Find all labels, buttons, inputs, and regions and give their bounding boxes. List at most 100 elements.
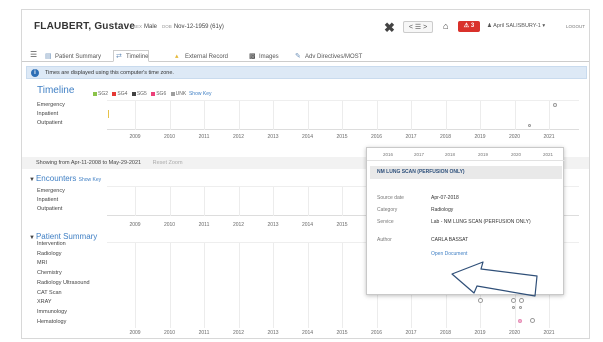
timeline-legend: SG2 SG4 SG5 SG6 UNK Show Key xyxy=(90,91,211,97)
legend-label: SG4 xyxy=(117,91,128,97)
timeline-show-key-link[interactable]: Show Key xyxy=(189,91,212,97)
logout-link[interactable]: LOGOUT xyxy=(566,24,585,29)
year-tick: 2011 xyxy=(198,222,210,228)
year-tick: 2019 xyxy=(474,134,486,140)
year-tick: 2020 xyxy=(510,152,521,157)
year-tick: 2016 xyxy=(370,330,383,336)
year-tick: 2009 xyxy=(129,222,141,228)
year-tick: 2017 xyxy=(413,152,424,157)
timeline-chart-area[interactable] xyxy=(107,100,579,130)
gridline xyxy=(169,187,171,216)
annotation-arrow-icon xyxy=(451,261,538,297)
year-tick: 2012 xyxy=(232,222,245,228)
legend-swatch-sg6 xyxy=(151,91,156,96)
summary-row-label: Radiology Ultrasound xyxy=(37,279,90,286)
legend-label: SG2 xyxy=(98,91,109,97)
user-menu[interactable]: ♟ April SALISBURY-1 ▾ xyxy=(487,23,545,29)
tab-adv-directives[interactable]: ✎ Adv Directives/MOST xyxy=(292,50,363,62)
year-tick: 2015 xyxy=(336,134,348,140)
source-date-value: Apr-07-2018 xyxy=(431,195,459,201)
author-label: Author xyxy=(377,237,392,243)
legend-swatch-unk xyxy=(170,91,175,96)
gridline xyxy=(307,243,309,328)
summary-row-label: MRI xyxy=(37,260,48,267)
patient-summary-title[interactable]: ▼Patient Summary xyxy=(29,232,97,241)
year-tick: 2021 xyxy=(543,330,555,336)
collapse-triangle-icon: ▼ xyxy=(29,235,35,241)
date-range-text: Showing from Apr-11-2008 to May-29-2021 xyxy=(36,160,142,166)
year-tick: 2011 xyxy=(198,134,210,140)
encounters-row-emergency: Emergency xyxy=(37,188,65,194)
menu-icon[interactable]: ☰ xyxy=(30,50,37,59)
section-label: Patient Summary xyxy=(35,232,98,241)
year-tick: 2018 xyxy=(439,330,452,336)
gridline xyxy=(135,243,136,328)
year-tick: 2009 xyxy=(129,134,141,140)
year-tick: 2013 xyxy=(267,134,279,140)
popup-year-axis: 2016 2017 2018 2019 2020 2021 xyxy=(367,148,565,161)
legend-label: UNK xyxy=(175,91,187,97)
year-tick: 2018 xyxy=(439,134,452,140)
year-tick: 2018 xyxy=(444,152,455,157)
gridline xyxy=(411,101,412,130)
dob-value: Nov-12-1959 (61y) xyxy=(173,24,224,30)
tab-label: Adv Directives/MOST xyxy=(305,54,363,60)
user-name: April SALISBURY-1 xyxy=(493,23,541,29)
tab-bar: ☰ ▤ Patient Summary ⇄ Timeline ▴ External R… xyxy=(22,48,589,62)
summary-row-label: Hematology xyxy=(37,318,67,325)
encounters-row-outpatient: Outpatient xyxy=(37,206,63,212)
gridline xyxy=(238,243,240,328)
summary-event-marker[interactable] xyxy=(519,306,522,309)
gridline xyxy=(169,243,171,328)
summary-icon: ▤ xyxy=(45,53,52,60)
close-icon[interactable]: ✖ xyxy=(384,20,395,36)
year-tick: 2015 xyxy=(336,222,348,228)
summary-event-marker[interactable] xyxy=(530,318,535,323)
legend-swatch-sg2 xyxy=(93,91,97,96)
gridline xyxy=(445,101,447,130)
gridline xyxy=(376,101,378,130)
summary-event-marker[interactable] xyxy=(518,319,522,323)
sex-label: SEX xyxy=(133,24,143,29)
open-document-link[interactable]: Open Document xyxy=(431,251,467,257)
legend-label: SG6 xyxy=(156,91,167,97)
category-value: Radiology xyxy=(431,207,454,213)
reset-zoom-button[interactable]: Reset Zoom xyxy=(153,160,183,166)
gridline xyxy=(273,101,274,130)
gridline xyxy=(342,101,343,130)
gridline xyxy=(342,187,343,216)
tab-images[interactable]: ▩ Images xyxy=(246,50,280,62)
summary-row-label: Chemistry xyxy=(37,270,62,277)
year-tick: 2014 xyxy=(301,222,314,228)
notice-text: Times are displayed using this computer'… xyxy=(45,70,174,76)
gridline xyxy=(204,243,205,328)
year-tick: 2020 xyxy=(508,134,521,140)
tab-timeline[interactable]: ⇄ Timeline xyxy=(113,50,150,62)
year-tick: 2016 xyxy=(370,134,383,140)
tab-label: Images xyxy=(259,54,279,60)
gridline xyxy=(135,101,136,130)
tab-external-record[interactable]: ▴ External Record xyxy=(172,50,229,62)
timeline-event-marker[interactable] xyxy=(528,124,531,127)
gridline xyxy=(204,101,205,130)
gridline xyxy=(238,101,240,130)
tab-patient-summary[interactable]: ▤ Patient Summary xyxy=(42,50,102,62)
year-tick: 2016 xyxy=(382,152,393,157)
gridline xyxy=(342,243,343,328)
encounters-title[interactable]: ▼Encounters Show Key xyxy=(29,174,101,183)
timeline-event-marker[interactable] xyxy=(553,103,557,107)
encounters-show-key-link[interactable]: Show Key xyxy=(79,177,102,183)
tab-label: Patient Summary xyxy=(55,54,102,60)
patient-list-nav-button[interactable]: < ☰ > xyxy=(403,21,433,33)
alert-button[interactable]: ⚠ 3 xyxy=(458,21,480,32)
timeline-range-handle[interactable] xyxy=(108,110,109,118)
patient-name: FLAUBERT, Gustave xyxy=(34,21,136,32)
year-tick: 2019 xyxy=(477,152,488,157)
home-icon[interactable]: ⌂ xyxy=(443,21,448,31)
legend-label: SG5 xyxy=(136,91,147,97)
patient-header: FLAUBERT, Gustave SEX Male DOB Nov-12-1959… xyxy=(22,10,589,48)
popup-title: NM LUNG SCAN (PERFUSION ONLY) xyxy=(370,166,562,179)
summary-event-marker[interactable] xyxy=(512,306,515,309)
year-tick: 2017 xyxy=(405,330,417,336)
gridline xyxy=(204,187,205,216)
